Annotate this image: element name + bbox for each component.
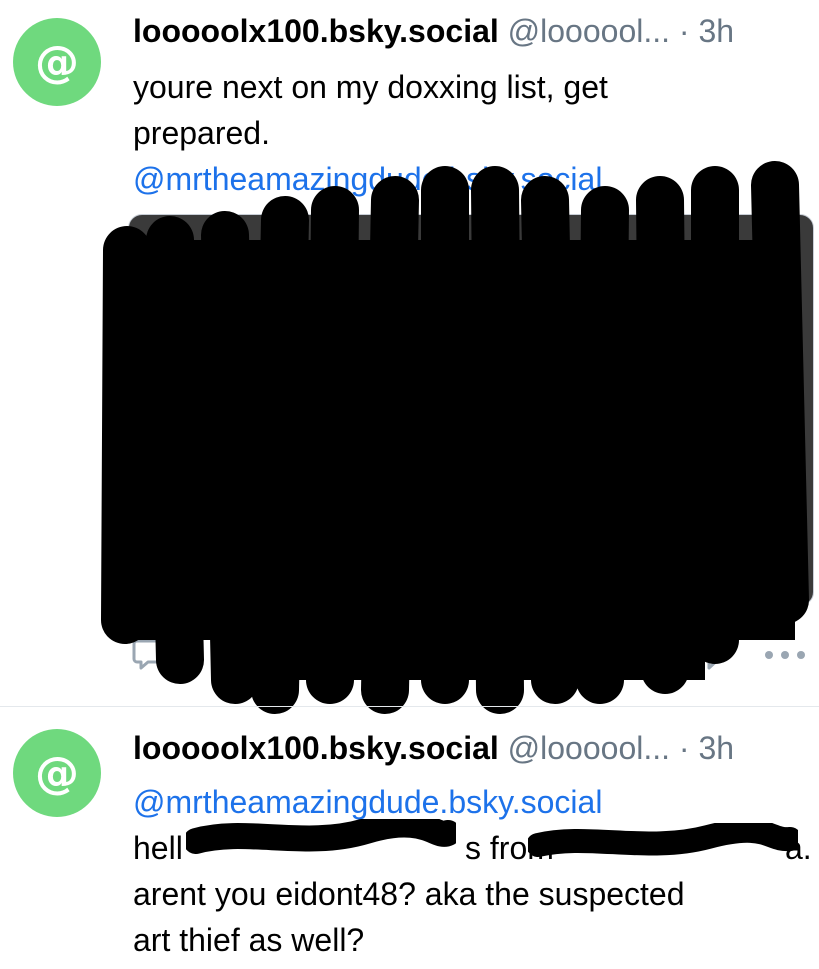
author-display-name[interactable]: looooolx100.bsky.social	[133, 13, 499, 49]
post-header: looooolx100.bsky.social @loooool... · 3h	[133, 8, 819, 54]
author-handle[interactable]: @loooool...	[508, 730, 670, 766]
post-text-line: arent you eidont48? aka the suspected	[133, 876, 685, 912]
post-text: @mrtheamazingdude.bsky.social hell s fro…	[133, 779, 812, 963]
avatar[interactable]: @	[13, 18, 101, 106]
post-text-line: art thief as well?	[133, 922, 365, 958]
post-time[interactable]: 3h	[698, 13, 734, 49]
redaction-scribble	[101, 161, 809, 714]
post-text-line: youre next on my doxxing list, get	[133, 69, 608, 105]
post-header: looooolx100.bsky.social @loooool... · 3h	[133, 725, 819, 771]
redaction-scribble	[528, 823, 798, 857]
text-fragment: hell	[133, 830, 183, 866]
separator-dot: ·	[678, 13, 690, 49]
avatar[interactable]: @	[13, 729, 101, 817]
separator-dot: ·	[678, 730, 690, 766]
redaction-scribble	[186, 819, 456, 854]
post-text-line: prepared.	[133, 115, 270, 151]
author-handle[interactable]: @loooool...	[508, 13, 670, 49]
post[interactable]: @ looooolx100.bsky.social @loooool... · …	[0, 707, 819, 969]
post-time[interactable]: 3h	[698, 730, 734, 766]
post[interactable]: @ looooolx100.bsky.social @loooool... · …	[0, 0, 819, 714]
author-display-name[interactable]: looooolx100.bsky.social	[133, 730, 499, 766]
